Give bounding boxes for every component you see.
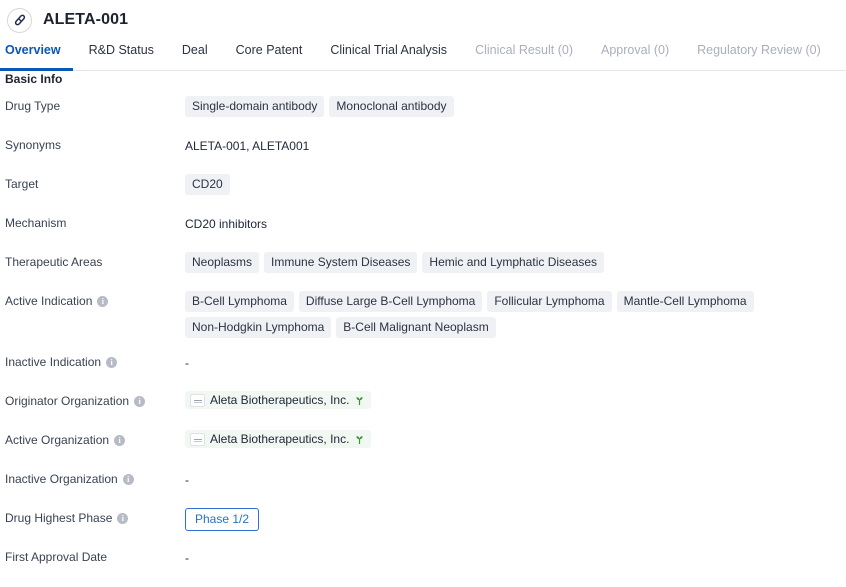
info-icon[interactable]: i [106, 357, 118, 368]
row-label: Originator Organization i [0, 390, 185, 409]
tab-bar: Overview R&D Status Deal Core Patent Cli… [0, 43, 846, 71]
row-first-approval-date: First Approval Date - [0, 546, 846, 585]
tab-divider [0, 70, 846, 71]
drug-detail-page: ALETA-001 Overview R&D Status Deal Core … [0, 0, 846, 587]
row-value: Single-domain antibody Monoclonal antibo… [185, 95, 846, 117]
sprout-icon [356, 435, 364, 444]
tab-clinical-trial-analysis[interactable]: Clinical Trial Analysis [330, 43, 447, 64]
active-tab-indicator [0, 68, 73, 71]
info-icon[interactable]: i [134, 396, 146, 407]
page-header: ALETA-001 [0, 0, 846, 40]
company-logo-placeholder-icon [190, 393, 205, 407]
org-chip-active[interactable]: Aleta Biotherapeutics, Inc. [185, 430, 372, 448]
row-value: - [185, 473, 189, 487]
chip-active-indication[interactable]: Follicular Lymphoma [487, 291, 612, 312]
row-mechanism: Mechanism CD20 inhibitors [0, 212, 846, 251]
info-icon[interactable]: i [122, 474, 134, 485]
label-text: Target [5, 177, 39, 191]
section-title-basic-info: Basic Info [5, 72, 63, 86]
chip-therapeutic-area[interactable]: Neoplasms [185, 252, 260, 273]
label-text: Drug Highest Phase [5, 511, 113, 525]
tab-regulatory-review[interactable]: Regulatory Review (0) [697, 43, 821, 64]
row-label: Synonyms [0, 134, 185, 153]
org-chip-originator[interactable]: Aleta Biotherapeutics, Inc. [185, 391, 372, 409]
company-logo-placeholder-icon [190, 432, 205, 446]
row-value: Phase 1/2 [185, 507, 846, 531]
row-drug-type: Drug Type Single-domain antibody Monoclo… [0, 95, 846, 134]
page-title: ALETA-001 [43, 11, 129, 28]
chip-therapeutic-area[interactable]: Hemic and Lymphatic Diseases [422, 252, 605, 273]
row-label: Drug Highest Phase i [0, 507, 185, 526]
row-active-organization: Active Organization i Aleta Biotherapeut… [0, 429, 846, 468]
row-value: CD20 [185, 173, 846, 195]
tab-overview[interactable]: Overview [5, 43, 61, 64]
chip-therapeutic-area[interactable]: Immune System Diseases [264, 252, 418, 273]
row-drug-highest-phase: Drug Highest Phase i Phase 1/2 [0, 507, 846, 546]
label-text: Active Organization [5, 433, 110, 447]
label-text: Originator Organization [5, 394, 130, 408]
row-label: Target [0, 173, 185, 192]
info-icon[interactable]: i [114, 435, 126, 446]
label-text: Mechanism [5, 216, 67, 230]
row-synonyms: Synonyms ALETA-001, ALETA001 [0, 134, 846, 173]
row-value: Aleta Biotherapeutics, Inc. [185, 390, 846, 409]
row-label: Mechanism [0, 212, 185, 231]
row-inactive-organization: Inactive Organization i - [0, 468, 846, 507]
chip-target[interactable]: CD20 [185, 174, 230, 195]
row-value: - [185, 356, 189, 370]
row-therapeutic-areas: Therapeutic Areas Neoplasms Immune Syste… [0, 251, 846, 290]
row-value: CD20 inhibitors [185, 217, 268, 231]
row-value: - [185, 551, 189, 565]
row-label: Inactive Organization i [0, 468, 185, 487]
tab-rd-status[interactable]: R&D Status [89, 43, 154, 64]
row-value: Aleta Biotherapeutics, Inc. [185, 429, 846, 448]
info-icon[interactable]: i [117, 513, 129, 524]
row-label: Active Organization i [0, 429, 185, 448]
org-name: Aleta Biotherapeutics, Inc. [210, 432, 350, 446]
label-text: First Approval Date [5, 550, 108, 564]
row-value: B-Cell Lymphoma Diffuse Large B-Cell Lym… [185, 290, 846, 338]
tab-deal[interactable]: Deal [182, 43, 208, 64]
org-name: Aleta Biotherapeutics, Inc. [210, 393, 350, 407]
chip-drug-type[interactable]: Monoclonal antibody [329, 96, 454, 117]
label-text: Synonyms [5, 138, 62, 152]
info-icon[interactable]: i [97, 296, 109, 307]
row-label: Drug Type [0, 95, 185, 114]
label-text: Drug Type [5, 99, 61, 113]
row-value: Neoplasms Immune System Diseases Hemic a… [185, 251, 846, 273]
label-text: Inactive Organization [5, 472, 118, 486]
sprout-icon [356, 396, 364, 405]
label-text: Inactive Indication [5, 355, 102, 369]
row-label: Therapeutic Areas [0, 251, 185, 270]
basic-info-rows: Drug Type Single-domain antibody Monoclo… [0, 95, 846, 585]
chip-drug-type[interactable]: Single-domain antibody [185, 96, 325, 117]
chip-active-indication[interactable]: B-Cell Malignant Neoplasm [336, 317, 496, 338]
tab-clinical-result[interactable]: Clinical Result (0) [475, 43, 573, 64]
row-originator-organization: Originator Organization i Aleta Biothera… [0, 390, 846, 429]
chip-active-indication[interactable]: Mantle-Cell Lymphoma [616, 291, 754, 312]
row-inactive-indication: Inactive Indication i - [0, 351, 846, 390]
label-text: Therapeutic Areas [5, 255, 103, 269]
pill-capsule-icon [7, 7, 32, 33]
phase-button[interactable]: Phase 1/2 [185, 508, 260, 531]
row-value: ALETA-001, ALETA001 [185, 139, 310, 153]
row-label: First Approval Date [0, 546, 185, 565]
tab-approval[interactable]: Approval (0) [601, 43, 669, 64]
chip-active-indication[interactable]: Non-Hodgkin Lymphoma [185, 317, 332, 338]
row-target: Target CD20 [0, 173, 846, 212]
chip-active-indication[interactable]: Diffuse Large B-Cell Lymphoma [298, 291, 483, 312]
tab-core-patent[interactable]: Core Patent [236, 43, 303, 64]
row-active-indication: Active Indication i B-Cell Lymphoma Diff… [0, 290, 846, 351]
row-label: Inactive Indication i [0, 351, 185, 370]
row-label: Active Indication i [0, 290, 185, 309]
chip-active-indication[interactable]: B-Cell Lymphoma [185, 291, 294, 312]
label-text: Active Indication [5, 294, 93, 308]
